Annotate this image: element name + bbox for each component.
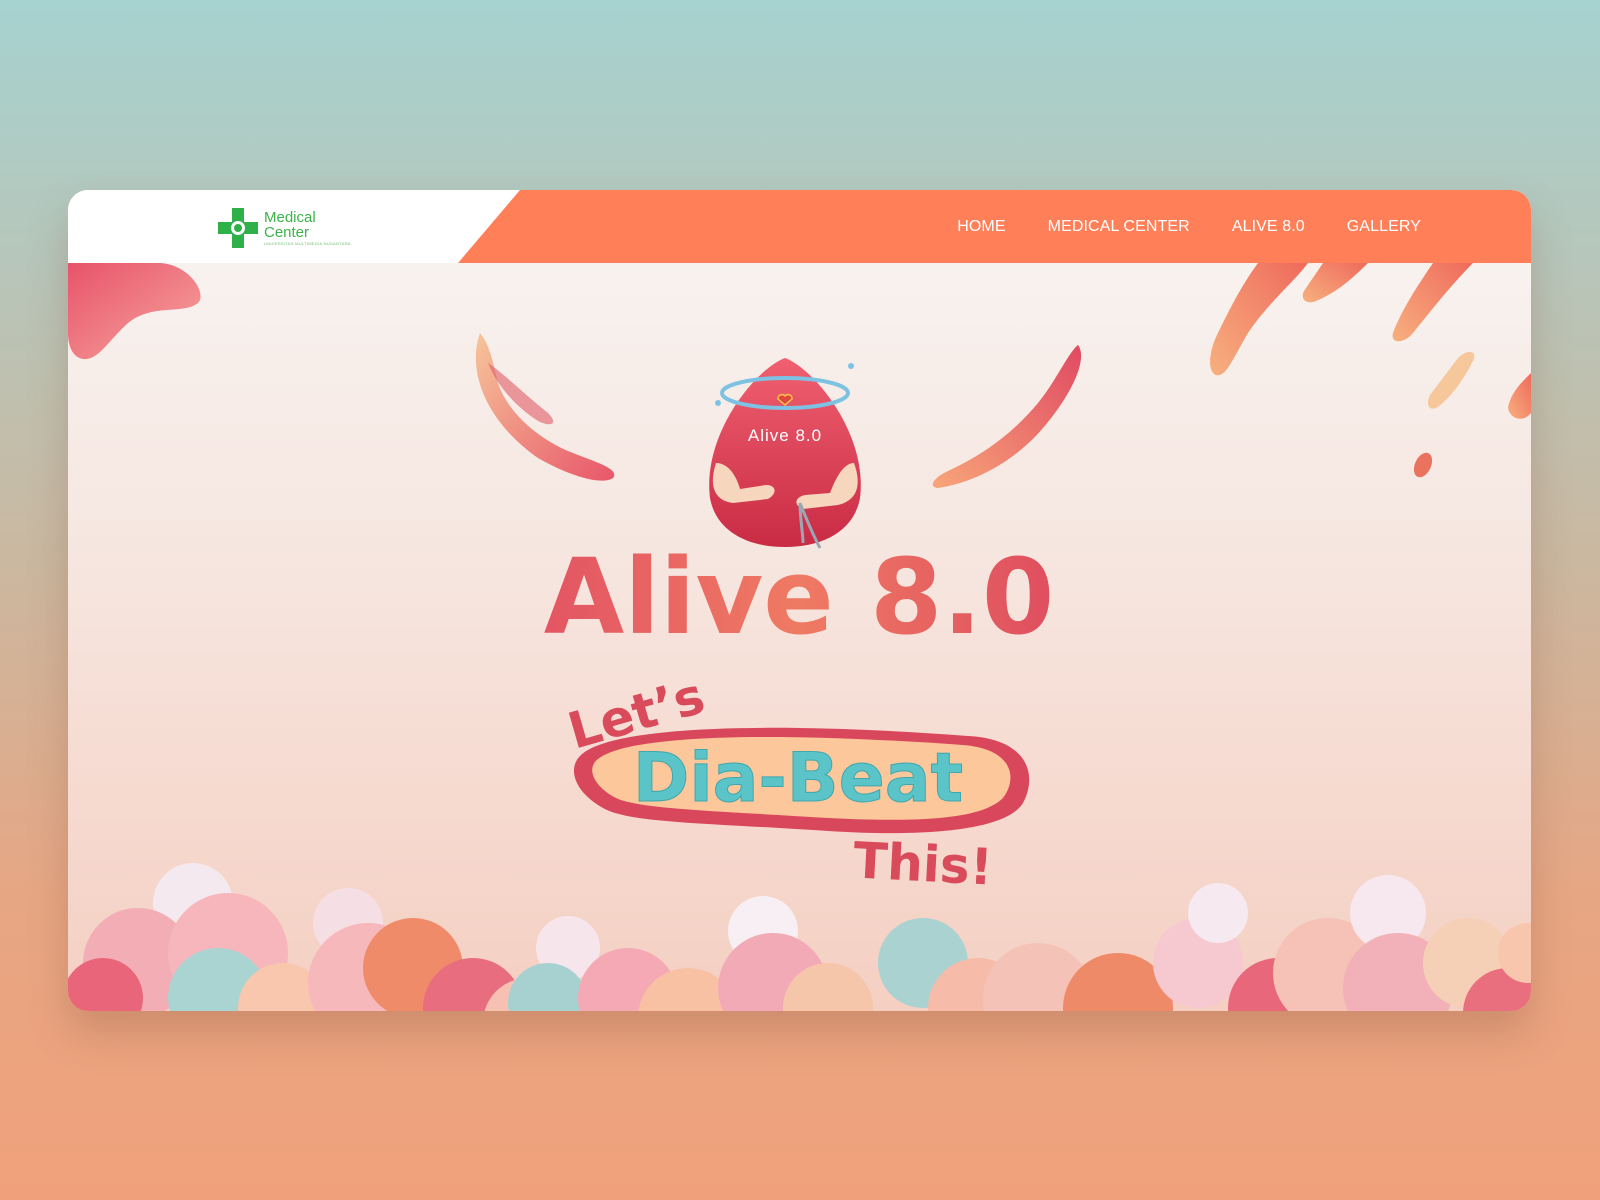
tagline-dia-beat: Dia-Beat [633,739,963,818]
nav-medical-center[interactable]: MEDICAL CENTER [1048,218,1190,236]
logo-line-1: Medical [264,208,316,226]
mascot-blood-drop: Alive 8.0 [709,358,861,549]
main-nav: HOME MEDICAL CENTER ALIVE 8.0 GALLERY [957,190,1421,263]
logo-line-2: Center [264,223,310,241]
tagline-this: This! [852,831,994,896]
hero-artwork: Alive 8.0 Alive 8.0 Let’s Dia-Beat This! [68,263,1531,1011]
nav-home[interactable]: HOME [957,218,1005,236]
mascot-label: Alive 8.0 [748,426,822,445]
hero-banner: Alive 8.0 Alive 8.0 Let’s Dia-Beat This! [68,263,1531,1011]
nav-alive[interactable]: ALIVE 8.0 [1232,218,1305,236]
hero-title: Alive 8.0 [544,536,1055,658]
navbar: Medical Center UNIVERSITAS MULTIMEDIA NU… [68,190,1531,263]
wing-left [475,333,615,481]
medical-center-logo[interactable]: Medical Center UNIVERSITAS MULTIMEDIA NU… [218,206,351,250]
nav-gallery[interactable]: GALLERY [1347,218,1421,236]
flower-clouds [68,863,1531,1011]
splash-top-left [68,263,201,360]
medical-cross-icon [218,208,258,248]
wing-right [932,345,1082,488]
logo-tagline: UNIVERSITAS MULTIMEDIA NUSANTARA [264,240,351,246]
website-frame: Medical Center UNIVERSITAS MULTIMEDIA NU… [68,190,1531,1011]
splash-top-right [1210,263,1531,478]
hero-tagline: Let’s Dia-Beat This! [562,667,1030,897]
